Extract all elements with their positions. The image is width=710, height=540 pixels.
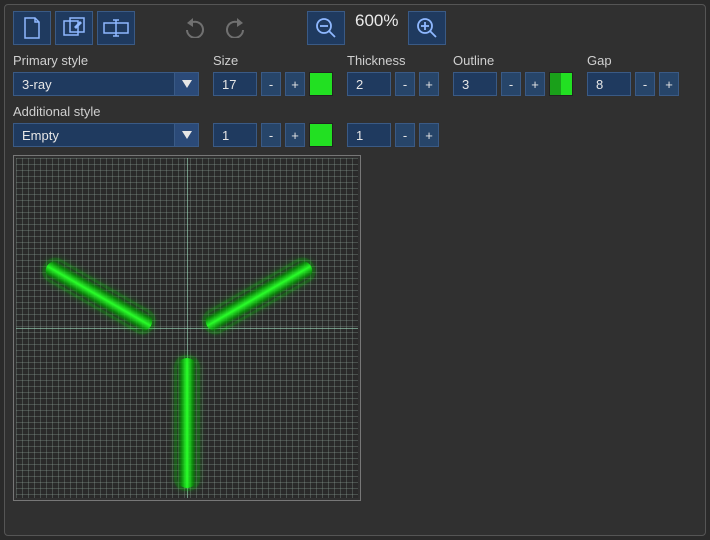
additional-style-field: Additional style Empty (13, 104, 199, 147)
rename-button[interactable] (97, 11, 135, 45)
additional-thickness-input[interactable]: 1 (347, 123, 391, 147)
primary-gap-increment[interactable]: + (659, 72, 679, 96)
file-tool-group (13, 11, 135, 45)
zoom-level: 600% (349, 11, 404, 45)
primary-size-color-swatch[interactable] (309, 72, 333, 96)
primary-thickness-increment[interactable]: + (419, 72, 439, 96)
primary-style-dropdown[interactable]: 3-ray (13, 72, 199, 96)
primary-gap-input[interactable]: 8 (587, 72, 631, 96)
primary-outline-field: Outline 3 - + (453, 53, 573, 96)
additional-thickness-increment[interactable]: + (419, 123, 439, 147)
toolbar: 600% (13, 9, 697, 51)
primary-thickness-field: Thickness 2 - + (347, 53, 439, 96)
primary-gap-decrement[interactable]: - (635, 72, 655, 96)
zoom-in-button[interactable] (408, 11, 446, 45)
additional-size-input[interactable]: 1 (213, 123, 257, 147)
editor-panel: 600% Primary style 3-ray Size (4, 4, 706, 536)
edit-button[interactable] (55, 11, 93, 45)
primary-thickness-decrement[interactable]: - (395, 72, 415, 96)
crosshair-ray-2 (202, 257, 316, 334)
undo-icon (183, 18, 209, 38)
primary-size-input[interactable]: 17 (213, 72, 257, 96)
dropdown-caret-icon (174, 73, 198, 95)
thickness-label: Thickness (347, 53, 439, 68)
outline-label: Outline (453, 53, 573, 68)
size-label: Size (213, 53, 333, 68)
additional-size-decrement[interactable]: - (261, 123, 281, 147)
primary-size-increment[interactable]: + (285, 72, 305, 96)
primary-outline-increment[interactable]: + (525, 72, 545, 96)
primary-style-value: 3-ray (14, 77, 174, 92)
additional-style-value: Empty (14, 128, 174, 143)
zoom-out-button[interactable] (307, 11, 345, 45)
crosshair-ray-3 (177, 358, 197, 488)
additional-thickness-field: . 1 - + (347, 104, 439, 147)
redo-button[interactable] (217, 11, 251, 45)
rename-icon (103, 19, 129, 37)
primary-size-decrement[interactable]: - (261, 72, 281, 96)
primary-gap-field: Gap 8 - + (587, 53, 679, 96)
additional-controls-row: Additional style Empty . 1 - + . 1 - (13, 104, 697, 147)
crosshair-ray-1 (42, 257, 156, 334)
redo-icon (221, 18, 247, 38)
zoom-tool-group: 600% (307, 11, 446, 45)
primary-outline-decrement[interactable]: - (501, 72, 521, 96)
history-tool-group (179, 11, 251, 45)
primary-style-label: Primary style (13, 53, 199, 68)
primary-style-field: Primary style 3-ray (13, 53, 199, 96)
undo-button[interactable] (179, 11, 213, 45)
primary-outline-color-swatch[interactable] (549, 72, 573, 96)
new-document-icon (22, 17, 42, 39)
additional-style-dropdown[interactable]: Empty (13, 123, 199, 147)
additional-size-increment[interactable]: + (285, 123, 305, 147)
additional-size-color-swatch[interactable] (309, 123, 333, 147)
additional-size-field: . 1 - + (213, 104, 333, 147)
gap-label: Gap (587, 53, 679, 68)
edit-layers-icon (62, 17, 86, 39)
additional-style-label: Additional style (13, 104, 199, 119)
primary-controls-row: Primary style 3-ray Size 17 - + Thicknes… (13, 53, 697, 96)
new-button[interactable] (13, 11, 51, 45)
primary-outline-input[interactable]: 3 (453, 72, 497, 96)
preview-canvas[interactable] (16, 158, 358, 498)
primary-thickness-input[interactable]: 2 (347, 72, 391, 96)
preview-frame (13, 155, 361, 501)
additional-thickness-decrement[interactable]: - (395, 123, 415, 147)
zoom-in-icon (416, 17, 438, 39)
zoom-out-icon (315, 17, 337, 39)
preview-axis-horizontal (16, 328, 358, 329)
dropdown-caret-icon (174, 124, 198, 146)
primary-size-field: Size 17 - + (213, 53, 333, 96)
